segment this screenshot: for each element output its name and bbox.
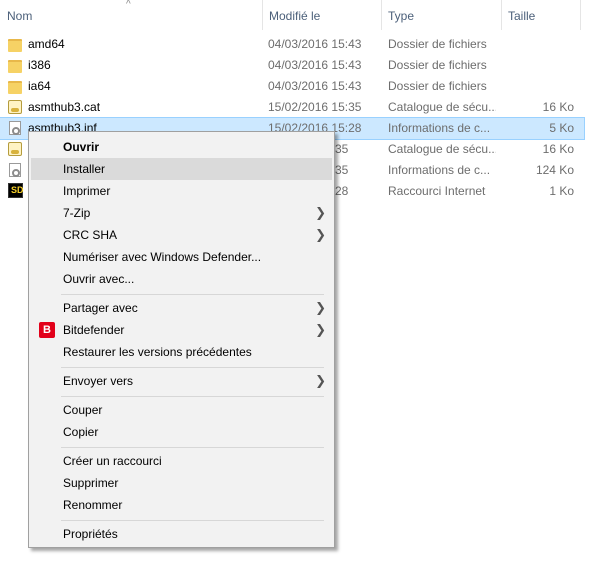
internet-shortcut-icon: SD bbox=[8, 181, 24, 202]
menu-item-label: Envoyer vers bbox=[63, 374, 134, 388]
file-row-i386[interactable]: i386 04/03/2016 15:43 Dossier de fichier… bbox=[0, 55, 584, 76]
file-type: Catalogue de sécu... bbox=[388, 142, 496, 156]
file-size: 124 Ko bbox=[535, 163, 574, 177]
menu-item-properties[interactable]: Propriétés bbox=[31, 523, 332, 545]
column-name-header[interactable]: Nom bbox=[0, 0, 262, 30]
file-row-asmthub3-cat[interactable]: asmthub3.cat 15/02/2016 15:35 Catalogue … bbox=[0, 97, 584, 118]
file-size: 1 Ko bbox=[549, 184, 574, 198]
menu-item-bitdefender[interactable]: B Bitdefender ❯ bbox=[31, 319, 332, 341]
menu-item-send-to[interactable]: Envoyer vers ❯ bbox=[31, 370, 332, 392]
menu-item-restore-versions[interactable]: Restaurer les versions précédentes bbox=[31, 341, 332, 363]
column-divider[interactable] bbox=[580, 0, 581, 30]
folder-icon bbox=[8, 55, 24, 76]
chevron-right-icon: ❯ bbox=[315, 322, 326, 337]
context-menu: Ouvrir Installer Imprimer 7-Zip ❯ CRC SH… bbox=[28, 131, 335, 548]
menu-item-label: 7-Zip bbox=[63, 206, 91, 220]
file-size: 16 Ko bbox=[542, 142, 574, 156]
file-date: 04/03/2016 15:43 bbox=[268, 37, 362, 51]
menu-item-label: CRC SHA bbox=[63, 228, 118, 242]
menu-item-open-with[interactable]: Ouvrir avec... bbox=[31, 268, 332, 290]
menu-separator bbox=[61, 520, 324, 521]
security-catalog-icon bbox=[8, 97, 24, 118]
menu-item-print[interactable]: Imprimer bbox=[31, 180, 332, 202]
column-header: Nom ^ Modifié le Type Taille bbox=[0, 0, 584, 30]
menu-separator bbox=[61, 367, 324, 368]
menu-item-defender-scan[interactable]: Numériser avec Windows Defender... bbox=[31, 246, 332, 268]
folder-icon bbox=[8, 76, 24, 97]
file-type: Informations de c... bbox=[388, 121, 491, 135]
file-name: i386 bbox=[28, 58, 51, 72]
menu-item-create-shortcut[interactable]: Créer un raccourci bbox=[31, 450, 332, 472]
menu-item-delete[interactable]: Supprimer bbox=[31, 472, 332, 494]
setup-info-icon bbox=[8, 118, 24, 139]
file-date: 04/03/2016 15:43 bbox=[268, 58, 362, 72]
file-date: 04/03/2016 15:43 bbox=[268, 79, 362, 93]
setup-info-icon bbox=[8, 160, 24, 181]
menu-separator bbox=[61, 396, 324, 397]
chevron-right-icon: ❯ bbox=[315, 205, 326, 220]
file-size bbox=[503, 76, 574, 97]
file-type: Raccourci Internet bbox=[388, 184, 486, 198]
security-catalog-icon bbox=[8, 139, 24, 160]
menu-separator bbox=[61, 294, 324, 295]
menu-item-install[interactable]: Installer bbox=[31, 158, 332, 180]
menu-separator bbox=[61, 447, 324, 448]
menu-item-share-with[interactable]: Partager avec ❯ bbox=[31, 297, 332, 319]
menu-item-label: Partager avec bbox=[63, 301, 138, 315]
menu-item-rename[interactable]: Renommer bbox=[31, 494, 332, 516]
file-type: Catalogue de sécu... bbox=[388, 100, 496, 114]
file-size bbox=[503, 34, 574, 55]
sort-ascending-icon: ^ bbox=[126, 0, 131, 10]
menu-item-open[interactable]: Ouvrir bbox=[31, 136, 332, 158]
file-type: Informations de c... bbox=[388, 163, 491, 177]
chevron-right-icon: ❯ bbox=[315, 300, 326, 315]
bitdefender-icon: B bbox=[39, 322, 55, 338]
file-type: Dossier de fichiers bbox=[388, 58, 487, 72]
file-name: ia64 bbox=[28, 79, 51, 93]
file-date: 15/02/2016 15:35 bbox=[268, 100, 362, 114]
file-name: asmthub3.cat bbox=[28, 100, 101, 114]
chevron-right-icon: ❯ bbox=[315, 227, 326, 242]
file-type: Dossier de fichiers bbox=[388, 37, 487, 51]
file-size: 5 Ko bbox=[549, 121, 574, 135]
file-row-ia64[interactable]: ia64 04/03/2016 15:43 Dossier de fichier… bbox=[0, 76, 584, 97]
file-row-amd64[interactable]: amd64 04/03/2016 15:43 Dossier de fichie… bbox=[0, 34, 584, 55]
menu-item-crc-sha[interactable]: CRC SHA ❯ bbox=[31, 224, 332, 246]
file-size: 16 Ko bbox=[542, 100, 574, 114]
column-size-header[interactable]: Taille bbox=[501, 0, 580, 30]
column-type-header[interactable]: Type bbox=[381, 0, 501, 30]
folder-icon bbox=[8, 34, 24, 55]
chevron-right-icon: ❯ bbox=[315, 373, 326, 388]
menu-item-7zip[interactable]: 7-Zip ❯ bbox=[31, 202, 332, 224]
file-name: amd64 bbox=[28, 37, 65, 51]
file-type: Dossier de fichiers bbox=[388, 79, 487, 93]
menu-item-copy[interactable]: Copier bbox=[31, 421, 332, 443]
file-size bbox=[503, 55, 574, 76]
column-date-header[interactable]: Modifié le bbox=[262, 0, 381, 30]
menu-item-label: Bitdefender bbox=[63, 323, 125, 337]
menu-item-cut[interactable]: Couper bbox=[31, 399, 332, 421]
